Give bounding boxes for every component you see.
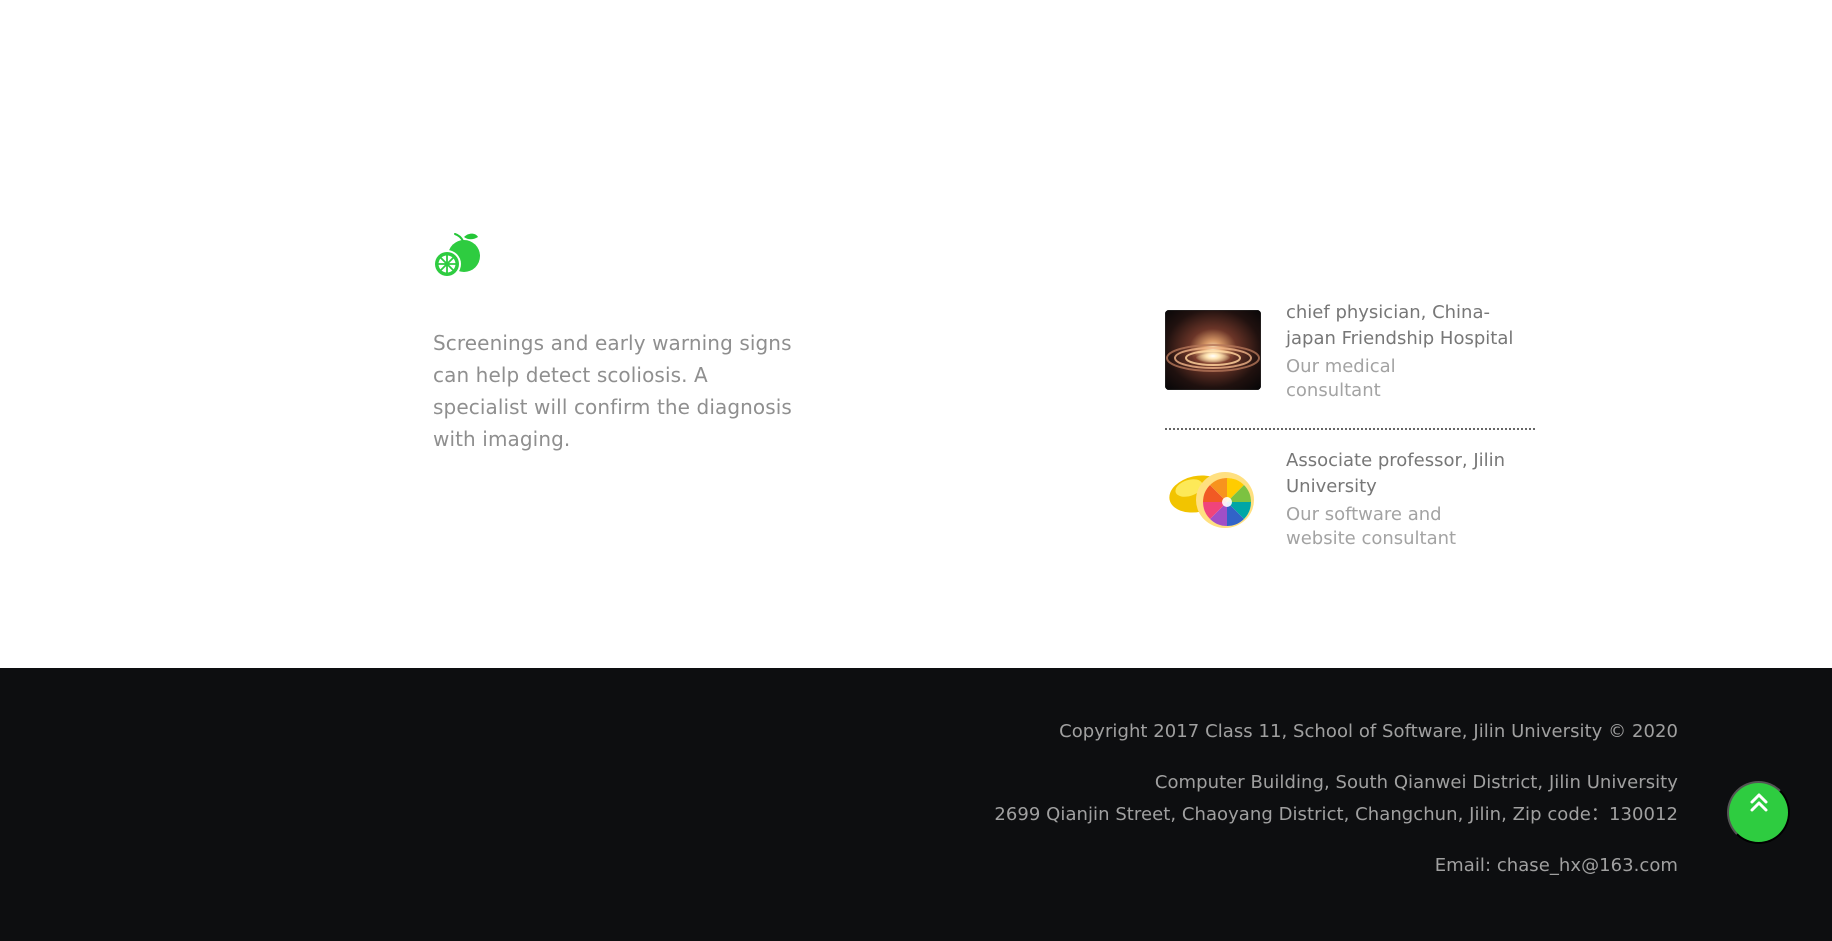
back-to-top-button[interactable] (1727, 781, 1790, 844)
feature-description: Screenings and early warning signs can h… (433, 331, 792, 451)
galaxy-photo (1165, 310, 1261, 390)
footer-spacer (994, 831, 1678, 850)
double-chevron-up-icon (1750, 793, 1767, 812)
page: Screenings and early warning signs can h… (0, 0, 1832, 941)
scoliosis-screening-feature: Screenings and early warning signs can h… (433, 232, 813, 455)
content-section: Screenings and early warning signs can h… (0, 0, 1832, 668)
site-footer: Copyright 2017 Class 11, School of Softw… (0, 668, 1832, 941)
consultant-list: chief physician, China-japan Friendship … (1165, 300, 1535, 558)
address-line-2: 2699 Qianjin Street, Chaoyang District, … (994, 804, 1678, 825)
consultant-text-software: Associate professor, Jilin University Ou… (1286, 448, 1531, 551)
address-line-1: Computer Building, South Qianwei Distric… (1154, 772, 1678, 793)
email-text: Email: chase_hx@163.com (1434, 855, 1678, 876)
lime-fruit-icon (433, 233, 480, 278)
consultant-title: Associate professor, Jilin University (1286, 450, 1506, 497)
consultant-text-medical: chief physician, China-japan Friendship … (1286, 300, 1531, 403)
consultant-card-medical: chief physician, China-japan Friendship … (1165, 300, 1535, 410)
consultant-title: chief physician, China-japan Friendship … (1286, 302, 1514, 349)
footer-spacer (994, 748, 1678, 767)
copyright-text: Copyright 2017 Class 11, School of Softw… (1059, 721, 1678, 742)
consultant-role: Our medical consultant (1286, 356, 1396, 401)
consultant-divider (1165, 428, 1535, 430)
consultant-role: Our software and website consultant (1286, 504, 1457, 549)
lemon-color-wheel-photo (1165, 458, 1261, 538)
consultant-card-software: Associate professor, Jilin University Ou… (1165, 448, 1535, 558)
footer-contact-info: Copyright 2017 Class 11, School of Softw… (994, 716, 1678, 882)
